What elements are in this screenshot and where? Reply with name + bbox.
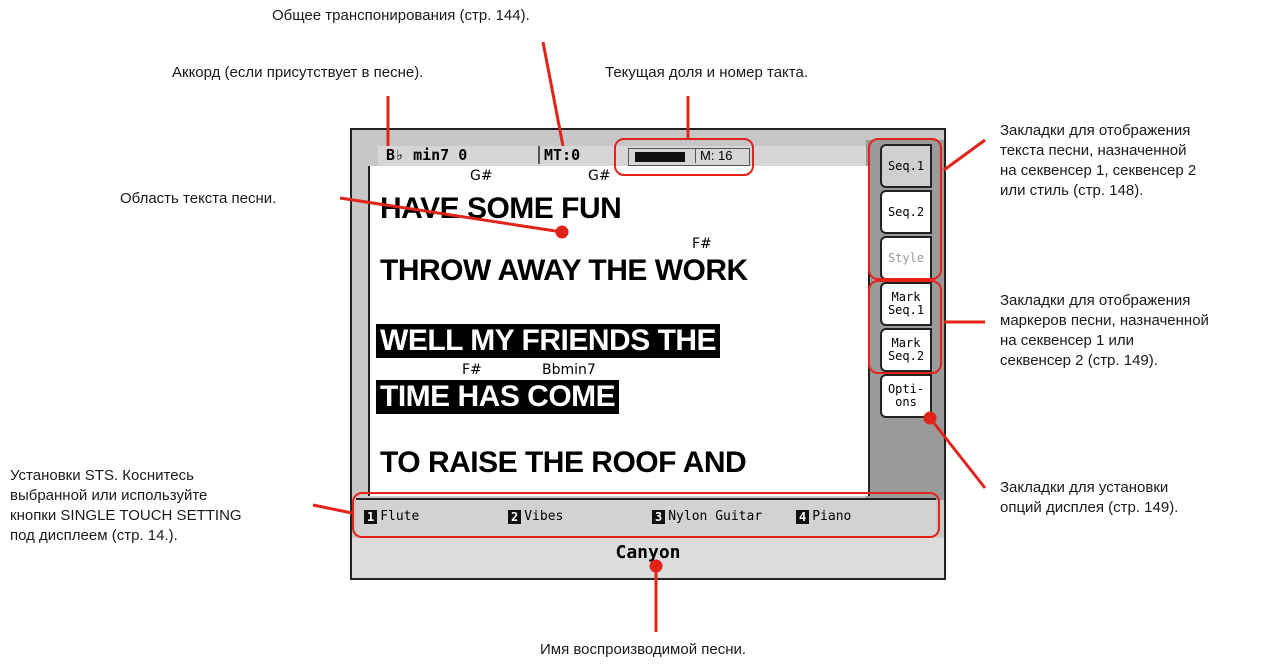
sts-highlight-box: [352, 492, 940, 538]
master-transpose-readout: MT:0: [538, 146, 580, 164]
song-name-caption: Имя воспроизводимой песни.: [540, 641, 747, 658]
lyrics-tabs-highlight-box: [868, 138, 942, 280]
chord-callout: Аккорд (если присутствует в песне).: [172, 64, 424, 81]
tab-options[interactable]: Opti-ons: [880, 374, 932, 418]
marker-tabs-highlight-box: [868, 280, 942, 374]
lyric-line: TO RAISE THE ROOF AND: [380, 446, 747, 479]
chord-label: F#: [462, 362, 482, 378]
transpose-callout: Общее транспонирования (стр. 144).: [272, 7, 530, 24]
song-name: Canyon: [615, 542, 681, 563]
lyric-line-highlighted: TIME HAS COME: [376, 380, 620, 414]
chord-label: G#: [470, 168, 493, 184]
sts-callout: Установки STS. Коснитесь выбранной или ис…: [10, 467, 242, 544]
chord-label: F#: [692, 236, 712, 252]
chord-readout: B♭ min7 0: [386, 146, 468, 164]
tabs-markers-callout: Закладки для отображения маркеров песни, …: [1000, 292, 1209, 369]
chord-label: G#: [588, 168, 611, 184]
lyrics-area: G# G# HAVE SOME FUN F# THROW AWAY THE WO…: [368, 166, 870, 496]
lyric-line-highlighted: WELL MY FRIENDS THE: [376, 324, 721, 358]
lyric-line: HAVE SOME FUN: [380, 192, 622, 225]
lyrics-area-callout: Область текста песни.: [120, 190, 277, 207]
options-callout: Закладки для установки опций дисплея (стр…: [1000, 479, 1179, 516]
beat-callout: Текущая доля и номер такта.: [605, 64, 808, 81]
tabs-lyrics-callout: Закладки для отображения текста песни, на…: [1000, 122, 1197, 199]
song-name-bar: Canyon: [352, 538, 944, 578]
lyric-line: THROW AWAY THE WORK: [380, 254, 748, 287]
beat-highlight-box: [614, 138, 754, 176]
chord-label: Bbmin7: [542, 362, 596, 378]
